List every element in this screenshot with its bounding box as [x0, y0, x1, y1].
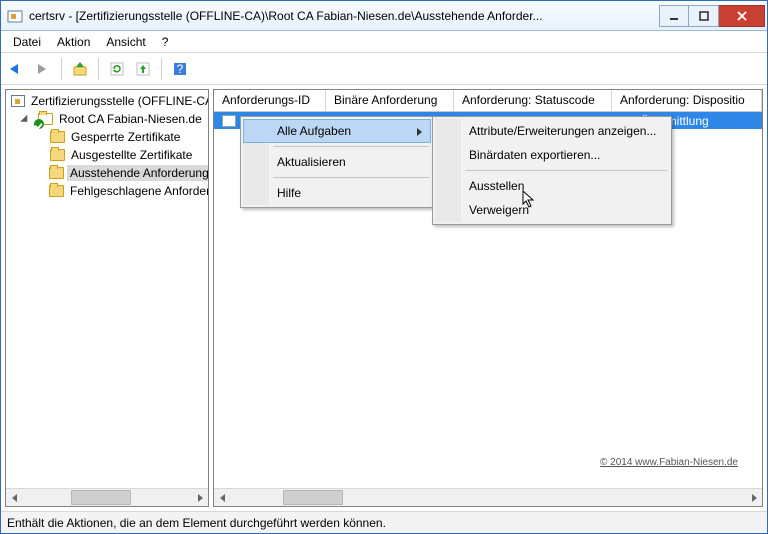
menu-view[interactable]: Ansicht	[100, 33, 151, 51]
scroll-thumb[interactable]	[283, 490, 343, 505]
menu-help[interactable]: ?	[156, 33, 175, 51]
ctx-issue[interactable]: Ausstellen	[435, 174, 669, 198]
scroll-right-icon[interactable]	[191, 489, 208, 506]
scroll-left-icon[interactable]	[214, 489, 231, 506]
menu-bar: Datei Aktion Ansicht ?	[1, 31, 767, 53]
context-menu: Alle Aufgaben Aktualisieren Hilfe	[240, 116, 434, 208]
request-icon	[222, 115, 236, 127]
tree-pane: Zertifizierungsstelle (OFFLINE-CA) Root …	[5, 89, 209, 507]
close-button[interactable]	[719, 5, 765, 27]
folder-icon	[49, 165, 64, 181]
toolbar-separator	[161, 58, 162, 80]
tree-ca[interactable]: Root CA Fabian-Niesen.de	[6, 110, 208, 128]
tree[interactable]: Zertifizierungsstelle (OFFLINE-CA) Root …	[6, 90, 208, 488]
ctx-help[interactable]: Hilfe	[243, 181, 431, 205]
ctx-all-tasks[interactable]: Alle Aufgaben	[243, 119, 431, 143]
ca-icon	[37, 111, 53, 127]
list-hscrollbar[interactable]	[214, 488, 762, 506]
list-body[interactable]: 2 -----BEGIN NEW CE... Der Vorgang wurde…	[214, 112, 762, 488]
ctx-view-attributes[interactable]: Attribute/Erweiterungen anzeigen...	[435, 119, 669, 143]
refresh-button[interactable]	[105, 57, 129, 81]
folder-icon	[49, 147, 65, 163]
folder-icon	[49, 129, 65, 145]
ctx-deny[interactable]: Verweigern	[435, 198, 669, 222]
scroll-right-icon[interactable]	[745, 489, 762, 506]
scroll-left-icon[interactable]	[6, 489, 23, 506]
window-title: certsrv - [Zertifizierungsstelle (OFFLIN…	[29, 9, 659, 23]
column-status-code[interactable]: Anforderung: Statuscode	[454, 90, 612, 111]
chevron-right-icon	[417, 128, 422, 136]
tree-root[interactable]: Zertifizierungsstelle (OFFLINE-CA)	[6, 92, 208, 110]
status-text: Enthält die Aktionen, die an dem Element…	[7, 516, 386, 530]
caption-buttons	[659, 5, 765, 27]
toolbar-separator	[61, 58, 62, 80]
list-pane: Anforderungs-ID Binäre Anforderung Anfor…	[213, 89, 763, 507]
back-button[interactable]	[5, 57, 29, 81]
app-icon	[7, 8, 23, 24]
context-submenu-all-tasks: Attribute/Erweiterungen anzeigen... Binä…	[432, 116, 672, 225]
column-binary-request[interactable]: Binäre Anforderung	[326, 90, 454, 111]
scroll-thumb[interactable]	[71, 490, 131, 505]
export-list-button[interactable]	[131, 57, 155, 81]
list-header: Anforderungs-ID Binäre Anforderung Anfor…	[214, 90, 762, 112]
menu-action[interactable]: Aktion	[51, 33, 96, 51]
status-bar: Enthält die Aktionen, die an dem Element…	[1, 511, 767, 533]
forward-button[interactable]	[31, 57, 55, 81]
app-window: certsrv - [Zertifizierungsstelle (OFFLIN…	[0, 0, 768, 534]
maximize-button[interactable]	[689, 5, 719, 27]
tree-node-issued[interactable]: Ausgestellte Zertifikate	[6, 146, 208, 164]
tree-node-revoked[interactable]: Gesperrte Zertifikate	[6, 128, 208, 146]
tree-node-failed[interactable]: Fehlgeschlagene Anforderungen	[6, 182, 208, 200]
up-button[interactable]	[68, 57, 92, 81]
column-disposition[interactable]: Anforderung: Dispositio	[612, 90, 762, 111]
toolbar-separator	[98, 58, 99, 80]
folder-icon	[49, 183, 64, 199]
ctx-refresh[interactable]: Aktualisieren	[243, 150, 431, 174]
ctx-export-binary[interactable]: Binärdaten exportieren...	[435, 143, 669, 167]
minimize-button[interactable]	[659, 5, 689, 27]
chevron-down-icon[interactable]	[22, 113, 34, 125]
title-bar: certsrv - [Zertifizierungsstelle (OFFLIN…	[1, 1, 767, 31]
tree-node-pending[interactable]: Ausstehende Anforderungen	[6, 164, 208, 182]
tree-hscrollbar[interactable]	[6, 488, 208, 506]
certsrv-icon	[11, 93, 25, 109]
svg-text:?: ?	[177, 62, 184, 76]
copyright-text: © 2014 www.Fabian-Niesen.de	[600, 457, 738, 468]
content: Zertifizierungsstelle (OFFLINE-CA) Root …	[1, 85, 767, 511]
toolbar: ?	[1, 53, 767, 85]
column-request-id[interactable]: Anforderungs-ID	[214, 90, 326, 111]
menu-file[interactable]: Datei	[7, 33, 47, 51]
help-button[interactable]: ?	[168, 57, 192, 81]
